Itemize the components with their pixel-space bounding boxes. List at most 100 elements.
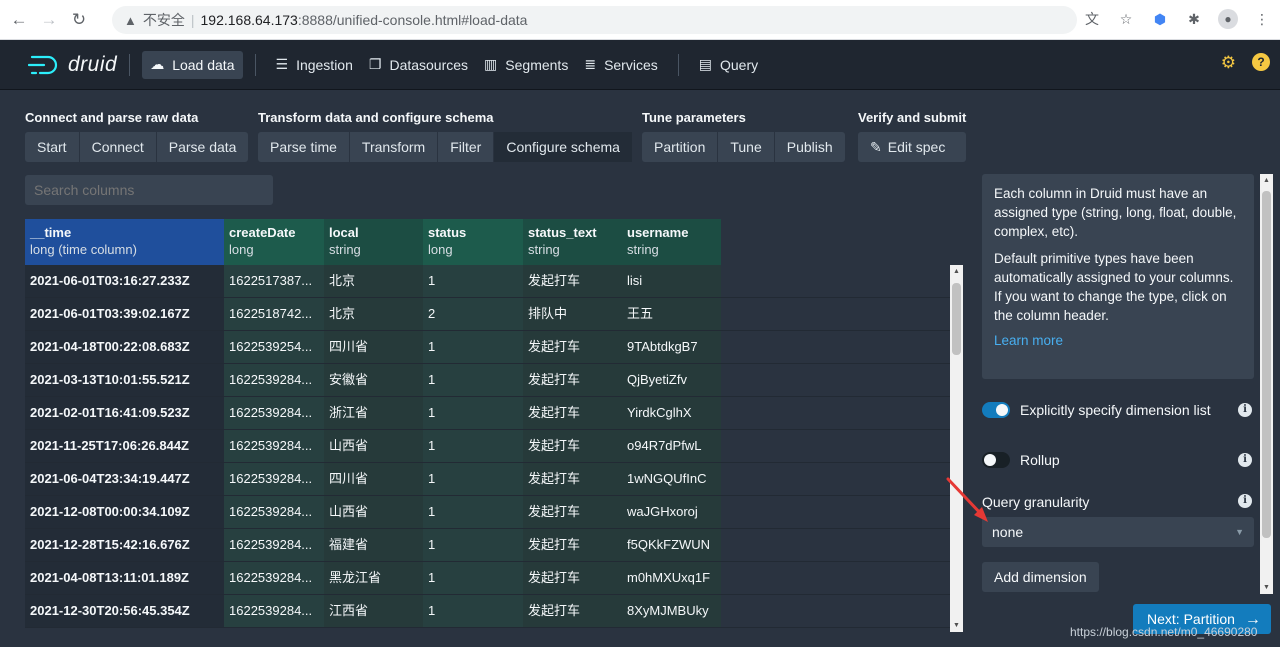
reload-icon[interactable]: ↻ [68,10,90,30]
scroll-up-icon[interactable]: ▲ [950,268,963,275]
column-header-time[interactable]: __time long (time column) [25,219,224,265]
table-body: 2021-06-01T03:16:27.233Z 1622517387... 北京 1… [25,265,950,628]
explicit-dimensions-label: Explicitly specify dimension list [1020,402,1211,418]
step-start[interactable]: Start [25,132,80,162]
step-group-connect: Connect and parse raw data Start Connect… [25,110,249,162]
cell-local: 北京 [324,298,423,330]
edit-spec-icon: ✎ [870,139,882,155]
schema-side-panel: Each column in Druid must have an assign… [972,168,1267,598]
cell-status: 1 [423,265,523,297]
address-bar[interactable]: ▲ 不安全 | 192.168.64.173:8888/unified-cons… [112,6,1077,34]
column-header-createdate[interactable]: createDate long [224,219,324,265]
multi-select-icon: ❐ [368,56,382,72]
step-transform[interactable]: Transform [350,132,439,162]
help-icon[interactable]: ? [1252,53,1270,71]
step-filter[interactable]: Filter [438,132,495,162]
browser-menu-icon[interactable]: ⋮ [1252,9,1272,29]
extension-cube-icon[interactable]: ⬢ [1150,9,1170,29]
add-dimension-button[interactable]: Add dimension [982,562,1099,592]
cell-status-text: 发起打车 [523,364,622,396]
column-header-status[interactable]: status long [423,219,523,265]
table-row: 2021-04-08T13:11:01.189Z 1622539284... 黑龙江… [25,562,950,595]
cell-username: 1wNGQUfInC [622,463,721,495]
cell-createdate: 1622539284... [224,463,324,495]
panel-scrollbar[interactable]: ▲ ▼ [1260,174,1273,594]
gantt-chart-icon: ☰ [275,56,289,72]
step-edit-spec[interactable]: ✎ Edit spec [858,132,957,162]
cell-username: 8XyMJMBUky [622,595,721,627]
cell-status: 1 [423,463,523,495]
info-icon[interactable]: i [1238,403,1252,417]
explicit-dimensions-switch-row[interactable]: Explicitly specify dimension list i [982,400,1252,420]
profile-avatar-icon[interactable]: ● [1218,9,1238,29]
cell-createdate: 1622539284... [224,430,324,462]
cell-username: lisi [622,265,721,297]
nav-ingestion-label: Ingestion [296,56,353,73]
query-granularity-select[interactable]: none ▼ [982,517,1254,547]
cell-time: 2021-12-28T15:42:16.676Z [25,529,224,561]
column-header-local[interactable]: local string [324,219,423,265]
learn-more-link[interactable]: Learn more [994,333,1063,348]
browser-actions: 文 ☆ ⬢ ✱ ● ⋮ [1082,9,1272,29]
panel-scrollbar-thumb[interactable] [1262,191,1271,538]
explicit-dimensions-toggle[interactable] [982,402,1010,418]
rollup-toggle[interactable] [982,452,1010,468]
callout-text: Each column in Druid must have an assign… [994,186,1237,239]
nav-services-label: Services [604,56,658,73]
step-buttons: Parse time Transform Filter Configure sc… [258,132,632,162]
table-row: 2021-04-18T00:22:08.683Z 1622539254... 四川省… [25,331,950,364]
nav-load-data[interactable]: ☁ Load data [142,50,243,79]
step-connect[interactable]: Connect [80,132,157,162]
column-type: string [528,242,560,257]
table-scrollbar-thumb[interactable] [952,283,961,355]
column-name: username [627,225,689,240]
browser-toolbar: ← → ↻ ▲ 不安全 | 192.168.64.173:8888/unifie… [0,0,1280,40]
cell-status-text: 发起打车 [523,496,622,528]
step-partition[interactable]: Partition [642,132,719,162]
scroll-up-icon[interactable]: ▲ [1260,177,1273,184]
step-tune[interactable]: Tune [718,132,775,162]
bookmark-star-icon[interactable]: ☆ [1116,9,1136,29]
extensions-puzzle-icon[interactable]: ✱ [1184,9,1204,29]
table-row: 2021-02-01T16:41:09.523Z 1622539284... 浙江省… [25,397,950,430]
column-type: long (time column) [30,242,137,257]
nav-datasources[interactable]: ❐ Datasources [361,51,476,79]
table-row: 2021-06-04T23:34:19.447Z 1622539284... 四川省… [25,463,950,496]
cell-createdate: 1622539284... [224,562,324,594]
nav-query[interactable]: ▤ Query [691,51,766,79]
gear-icon[interactable]: ⚙ [1221,53,1236,73]
cell-status-text: 发起打车 [523,331,622,363]
query-granularity-row: Query granularity i [982,494,1252,510]
cell-createdate: 1622539284... [224,397,324,429]
rollup-switch-row[interactable]: Rollup i [982,450,1252,470]
info-icon[interactable]: i [1238,453,1252,467]
cell-time: 2021-02-01T16:41:09.523Z [25,397,224,429]
table-scrollbar[interactable]: ▲ ▼ [950,265,963,632]
info-icon[interactable]: i [1238,494,1252,508]
nav-datasources-label: Datasources [389,56,469,73]
step-parse-time[interactable]: Parse time [258,132,350,162]
step-configure-schema[interactable]: Configure schema [494,132,632,162]
step-parse-data[interactable]: Parse data [157,132,249,162]
forward-arrow-icon[interactable]: → [38,10,60,30]
cell-local: 浙江省 [324,397,423,429]
scroll-down-icon[interactable]: ▼ [1260,584,1273,591]
column-header-username[interactable]: username string [622,219,721,265]
column-header-status-text[interactable]: status_text string [523,219,622,265]
cell-time: 2021-06-04T23:34:19.447Z [25,463,224,495]
nav-segments[interactable]: ▥ Segments [476,51,576,79]
scroll-down-icon[interactable]: ▼ [950,622,963,629]
cell-username: m0hMXUxq1F [622,562,721,594]
nav-services[interactable]: ≣ Services [576,51,665,79]
translate-icon[interactable]: 文 [1082,9,1102,29]
step-publish[interactable]: Publish [775,132,845,162]
cell-status-text: 排队中 [523,298,622,330]
column-type: string [627,242,659,257]
back-arrow-icon[interactable]: ← [8,10,30,30]
url-path: :8888/unified-console.html#load-data [297,12,528,28]
cell-status: 1 [423,430,523,462]
search-columns-input[interactable] [25,175,273,205]
nav-ingestion[interactable]: ☰ Ingestion [268,51,361,79]
druid-logo[interactable]: druid [28,53,117,77]
toggle-knob [996,404,1008,416]
